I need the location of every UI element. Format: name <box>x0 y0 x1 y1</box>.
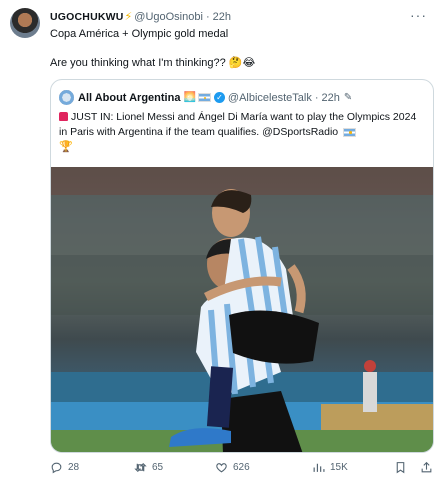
argentina-flag-icon <box>343 127 357 137</box>
tweet: UGOCHUKWU ⚡ @UgoOsinobi · 22h ··· Copa A… <box>0 0 439 481</box>
sunrise-icon: 🌅 <box>183 92 196 103</box>
author-name[interactable]: UGOCHUKWU <box>50 11 124 23</box>
quote-avatar <box>59 90 74 105</box>
retweet-count: 65 <box>152 462 164 473</box>
quote-author-handle: @AlbicelesteTalk <box>227 91 312 104</box>
view-count: 15K <box>330 462 348 473</box>
quote-header: All About Argentina 🌅 ✓ @AlbicelesteTalk… <box>59 90 352 105</box>
action-bar: 28 65 626 15K <box>50 461 434 477</box>
lightning-icon: ⚡ <box>124 11 133 23</box>
retweet-icon <box>134 462 147 473</box>
reply-button[interactable]: 28 <box>50 461 79 474</box>
quote-timestamp: 22h <box>321 91 340 104</box>
bookmark-button[interactable] <box>394 461 412 474</box>
players-celebration-image <box>51 167 433 452</box>
argentina-flag-icon <box>197 93 211 102</box>
more-options-icon[interactable]: ··· <box>410 8 427 22</box>
retweet-button[interactable]: 65 <box>134 461 163 474</box>
trophy-icon: 🏆 <box>59 141 73 153</box>
like-button[interactable]: 626 <box>215 461 250 474</box>
siren-icon <box>59 112 68 121</box>
separator-dot: · <box>314 91 319 104</box>
heart-icon <box>216 463 227 473</box>
quote-author-name: All About Argentina <box>78 91 181 104</box>
avatar[interactable] <box>10 8 40 38</box>
bookmark-icon <box>396 462 405 474</box>
tweet-header: UGOCHUKWU ⚡ @UgoOsinobi · 22h <box>50 10 231 24</box>
verified-icon: ✓ <box>213 92 225 103</box>
quote-photo[interactable] <box>51 167 433 452</box>
quote-text: JUST IN: Lionel Messi and Ángel Di María… <box>59 111 417 138</box>
author-handle[interactable]: @UgoOsinobi <box>134 11 203 23</box>
tweet-text-line2: Are you thinking what I'm thinking?? 🤔😂 <box>50 57 256 69</box>
tweet-text-line1: Copa América + Olympic gold medal <box>50 28 229 40</box>
separator-dot: · <box>205 10 210 23</box>
analytics-icon <box>313 463 325 472</box>
like-count: 626 <box>233 462 250 473</box>
views-button[interactable]: 15K <box>312 461 348 474</box>
edited-pen-icon: ✎ <box>343 92 353 103</box>
quote-tweet[interactable]: All About Argentina 🌅 ✓ @AlbicelesteTalk… <box>50 79 434 453</box>
reply-count: 28 <box>68 462 80 473</box>
reply-icon <box>51 462 62 474</box>
timestamp[interactable]: 22h <box>213 11 231 23</box>
share-icon <box>421 461 432 473</box>
quote-text-block: JUST IN: Lionel Messi and Ángel Di María… <box>59 110 425 155</box>
share-button[interactable] <box>420 461 438 474</box>
